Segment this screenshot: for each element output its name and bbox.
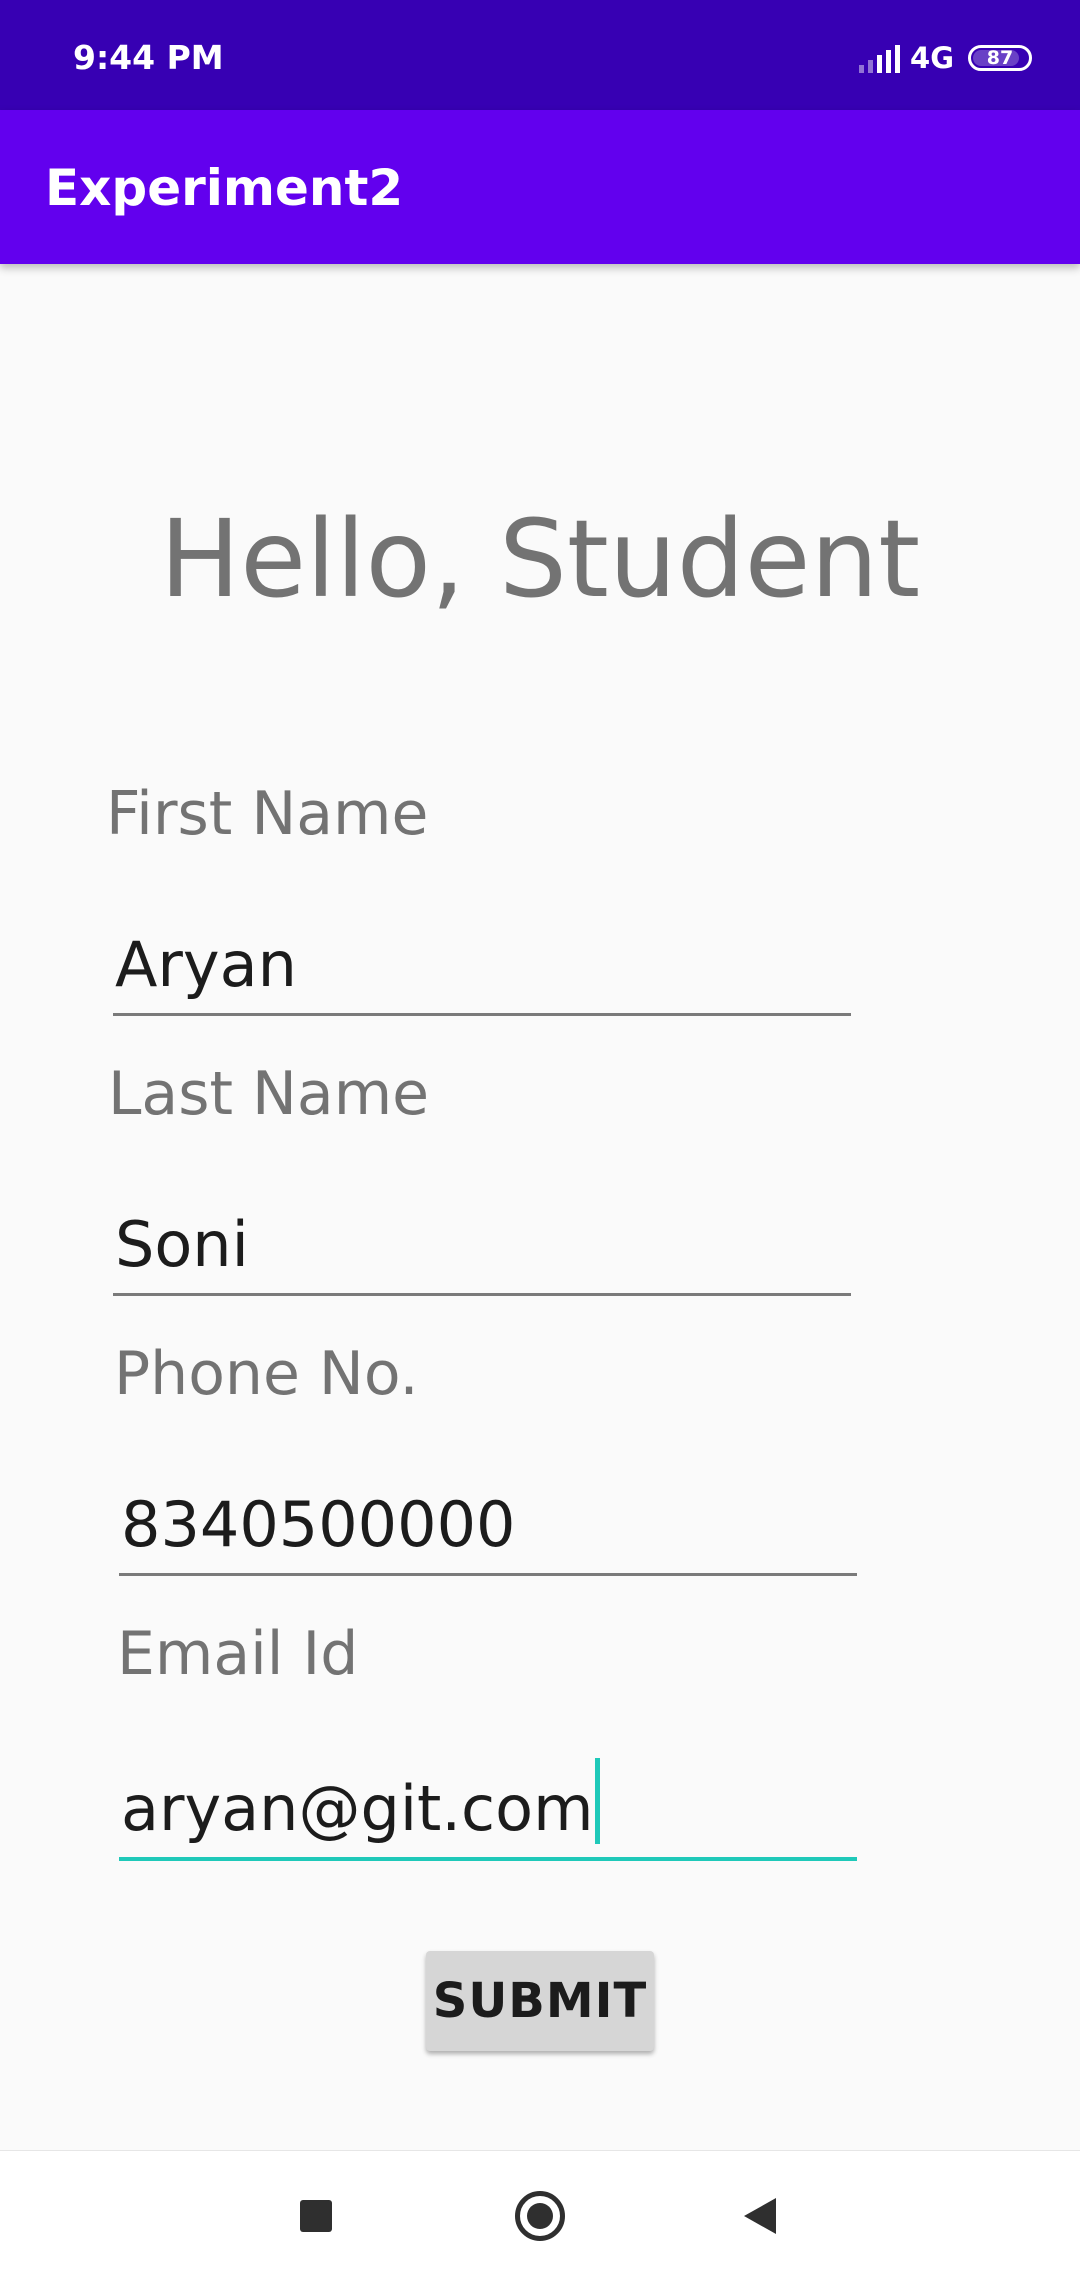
phone-value: 8340500000: [121, 1488, 516, 1561]
square-icon: [300, 2200, 332, 2232]
greeting-heading: Hello, Student: [159, 498, 921, 622]
last-name-label: Last Name: [108, 1059, 430, 1129]
signal-icon: [859, 43, 901, 73]
navigation-bar: [0, 2150, 1080, 2280]
email-field[interactable]: aryan@git.com: [119, 1758, 857, 1861]
first-name-field[interactable]: Aryan: [113, 928, 851, 1016]
triangle-back-icon: [744, 2198, 776, 2234]
back-button[interactable]: [700, 2151, 820, 2280]
phone-label: Phone No.: [114, 1339, 419, 1409]
app-bar: Experiment2: [0, 110, 1080, 264]
battery-icon: 87: [968, 45, 1032, 71]
home-button[interactable]: [480, 2151, 600, 2280]
phone-field[interactable]: 8340500000: [119, 1488, 857, 1576]
last-name-value: Soni: [115, 1208, 249, 1281]
first-name-value: Aryan: [115, 928, 297, 1001]
email-label: Email Id: [117, 1619, 359, 1689]
circle-icon: [515, 2191, 565, 2241]
battery-level: 87: [986, 47, 1014, 69]
status-icons: 4G 87: [859, 36, 1032, 80]
network-type: 4G: [910, 41, 954, 75]
status-time: 9:44 PM: [73, 38, 224, 77]
text-cursor: [595, 1758, 601, 1844]
first-name-label: First Name: [106, 779, 429, 849]
screen: 9:44 PM 4G 87 Experiment2 Hello, Student…: [0, 0, 1080, 2280]
status-bar: 9:44 PM 4G 87: [0, 0, 1080, 110]
email-value: aryan@git.com: [121, 1772, 594, 1845]
submit-button[interactable]: SUBMIT: [426, 1951, 654, 2051]
email-value-wrap: aryan@git.com: [121, 1758, 601, 1845]
recents-button[interactable]: [256, 2151, 376, 2280]
app-title: Experiment2: [45, 159, 404, 217]
last-name-field[interactable]: Soni: [113, 1208, 851, 1296]
